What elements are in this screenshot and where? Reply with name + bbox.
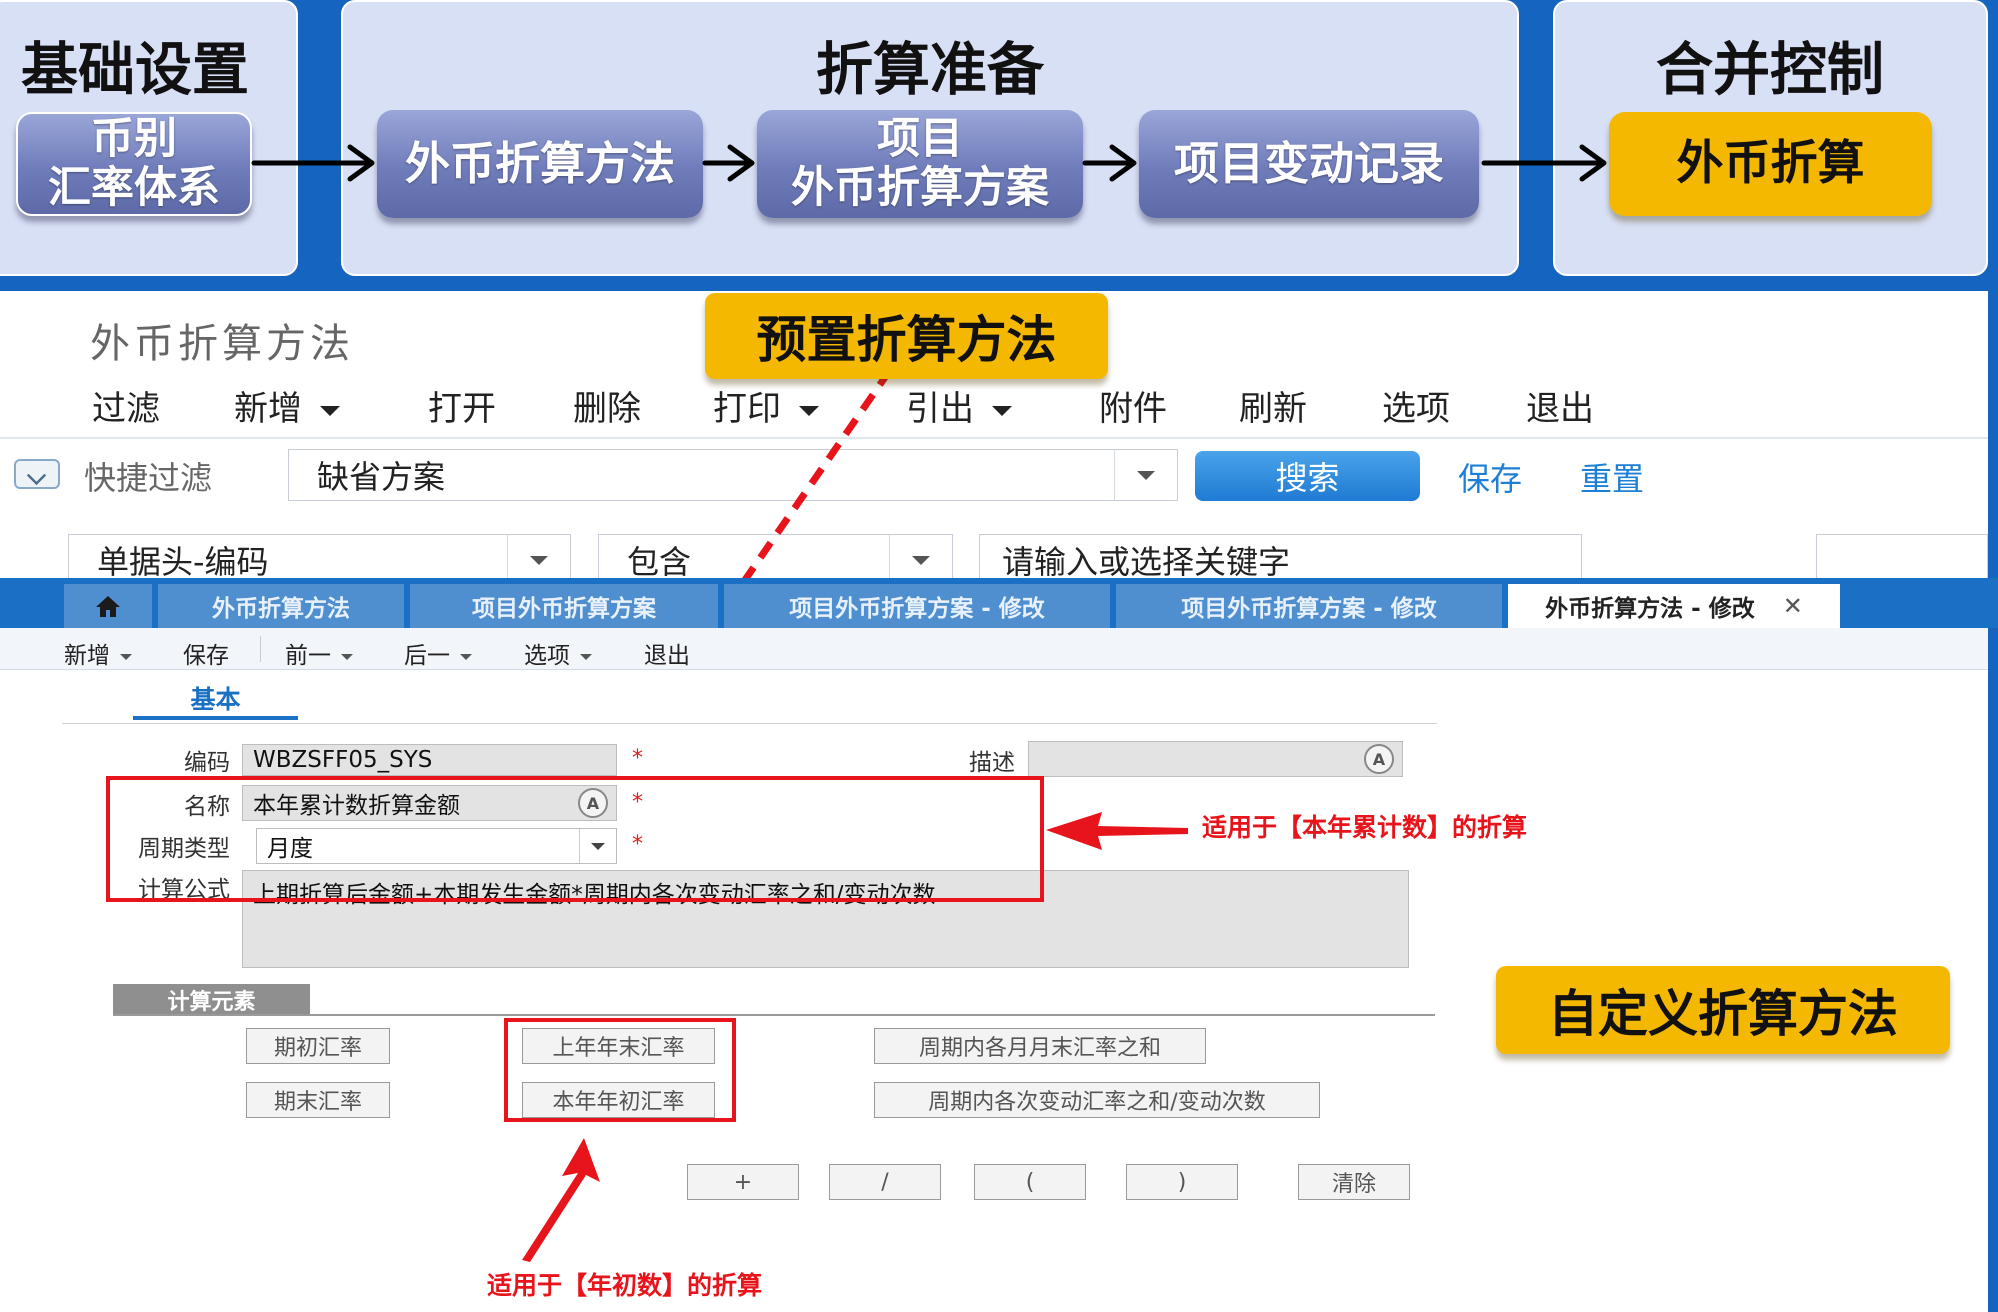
arrow-up-icon — [522, 1138, 600, 1262]
custom-method-callout-label: 自定义折算方法 — [1548, 985, 1898, 1043]
arrow-left-icon — [1046, 812, 1188, 850]
annotation-arrows — [522, 812, 1188, 1262]
custom-method-callout: 自定义折算方法 — [1496, 966, 1950, 1054]
